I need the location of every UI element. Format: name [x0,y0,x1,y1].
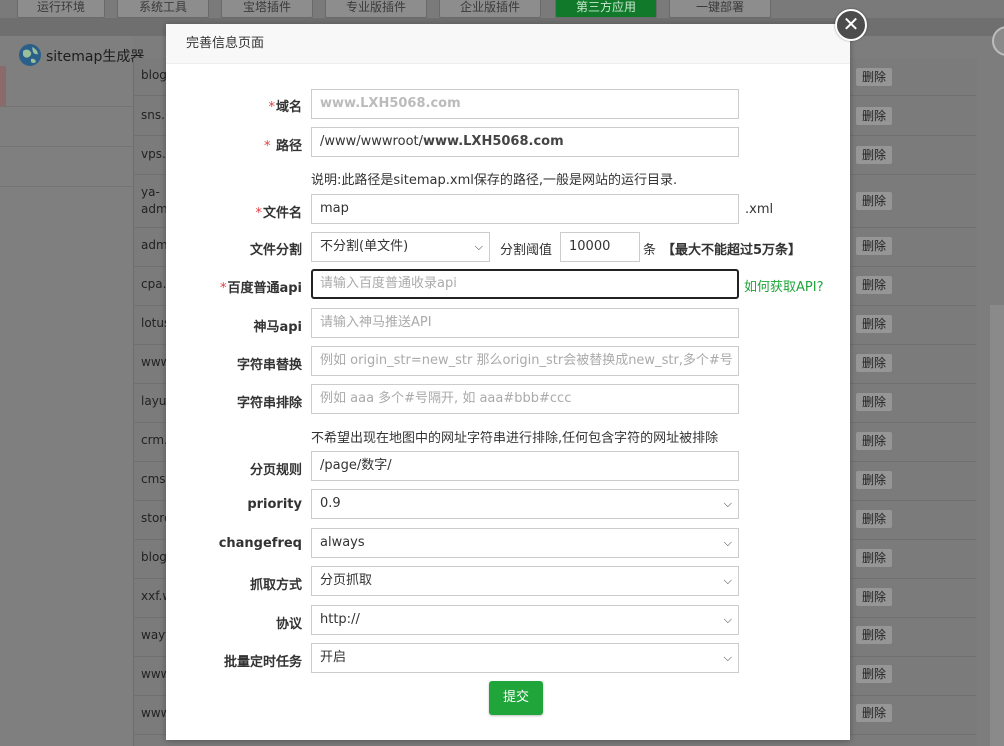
tab-third-party-apps[interactable]: 第三方应用 [555,0,657,18]
chevron-down-icon: ⌵ [723,574,732,587]
table-cell-site: sns. [141,108,165,122]
chevron-down-icon: ⌵ [723,613,732,626]
str-replace-label: 字符串替换 [236,358,302,373]
delete-button[interactable]: 删除 [856,510,892,528]
delete-button[interactable]: 删除 [856,107,892,125]
tab-bt-plugins[interactable]: 宝塔插件 [221,0,313,18]
shenma-api-label: 神马api [253,320,302,335]
table-cell-site: crm. [141,433,168,447]
chevron-down-icon: ⌵ [723,536,732,549]
delete-button[interactable]: 删除 [856,665,892,683]
delete-button[interactable]: 删除 [856,146,892,164]
table-cell-site: adm [141,238,168,252]
table-cell-site: ya- adm [141,185,168,216]
sidebar-marker [0,66,6,106]
how-to-get-api-link[interactable]: 如何获取API? [744,276,823,295]
split-label: 文件分割 [249,243,302,258]
paging-rule-label: 分页规则 [249,463,302,478]
str-exclude-input[interactable]: 例如 aaa 多个#号隔开, 如 aaa#bbb#ccc [311,384,739,414]
delete-button[interactable]: 删除 [856,354,892,372]
domain-input[interactable]: www.LXH5068.com [311,89,739,119]
delete-button[interactable]: 删除 [856,68,892,86]
delete-button[interactable]: 删除 [856,471,892,489]
tab-system-tools[interactable]: 系统工具 [117,0,209,18]
close-icon[interactable]: ✕ [835,9,867,41]
filename-label: *文件名 [255,206,302,221]
globe-icon [19,44,41,66]
table-cell-site: blog [141,550,167,564]
app-title: sitemap生成器 [46,49,145,65]
chevron-down-icon: ⌵ [723,497,732,510]
path-input[interactable]: /www/wwwroot/www.LXH5068.com [311,127,739,157]
table-cell-site: cpa. [141,277,167,291]
delete-button[interactable]: 删除 [856,276,892,294]
split-threshold-input[interactable]: 10000 [560,232,640,262]
delete-button[interactable]: 删除 [856,237,892,255]
delete-button[interactable]: 删除 [856,432,892,450]
table-cell-site: blog [141,68,167,82]
submit-button[interactable]: 提交 [489,681,543,715]
batch-task-select[interactable]: 开启 ⌵ [311,643,739,673]
tab-runtime-env[interactable]: 运行环境 [17,0,105,18]
batch-task-label: 批量定时任务 [223,655,302,670]
tab-enterprise-plugins[interactable]: 企业版插件 [439,0,541,18]
baidu-api-label: *百度普通api [219,281,302,296]
chevron-down-icon: ⌵ [723,651,732,664]
changefreq-select[interactable]: always ⌵ [311,528,739,558]
crawl-mode-label: 抓取方式 [249,578,302,593]
split-threshold-label: 分割阈值 [500,243,553,258]
str-exclude-label: 字符串排除 [236,396,302,411]
table-cell-site: vps. [141,147,166,161]
priority-label: priority [247,497,302,512]
tab-one-click-deploy[interactable]: 一键部署 [669,0,771,18]
table-cell-site: layu [141,394,167,408]
str-exclude-note: 不希望出现在地图中的网址字符串进行排除,任何包含字符的网址被排除 [311,431,719,446]
str-replace-input[interactable]: 例如 origin_str=new_str 那么origin_str会被替换成n… [311,346,739,376]
delete-button[interactable]: 删除 [856,704,892,722]
domain-label: *域名 [268,100,302,115]
tab-pro-plugins[interactable]: 专业版插件 [325,0,427,18]
path-note: 说明:此路径是sitemap.xml保存的路径,一般是网站的运行目录. [311,173,678,188]
crawl-mode-select[interactable]: 分页抓取 ⌵ [311,566,739,596]
delete-button[interactable]: 删除 [856,588,892,606]
priority-select[interactable]: 0.9 ⌵ [311,489,739,519]
dialog-title: 完善信息页面 [166,24,850,64]
protocol-label: 协议 [275,617,302,632]
filename-input[interactable]: map [311,194,739,224]
delete-button[interactable]: 删除 [856,549,892,567]
split-select[interactable]: 不分割(单文件) ⌵ [311,232,490,262]
scrollbar[interactable] [990,305,1004,746]
split-limit-note: 【最大不能超过5万条】 [662,243,802,258]
delete-button[interactable]: 删除 [856,192,892,210]
split-unit: 条 [643,243,657,258]
plugin-sidebar [0,36,133,746]
filename-suffix: .xml [745,202,774,217]
baidu-api-input[interactable]: 请输入百度普通收录api [311,269,739,299]
shenma-api-input[interactable]: 请输入神马推送API [311,308,739,338]
changefreq-label: changefreq [218,536,302,551]
delete-button[interactable]: 删除 [856,393,892,411]
delete-button[interactable]: 删除 [856,626,892,644]
path-label: * 路径 [263,139,302,154]
protocol-select[interactable]: http://⌵ [311,605,739,635]
paging-rule-input[interactable]: /page/数字/ [311,451,739,481]
chevron-down-icon: ⌵ [474,240,483,253]
delete-button[interactable]: 删除 [856,315,892,333]
